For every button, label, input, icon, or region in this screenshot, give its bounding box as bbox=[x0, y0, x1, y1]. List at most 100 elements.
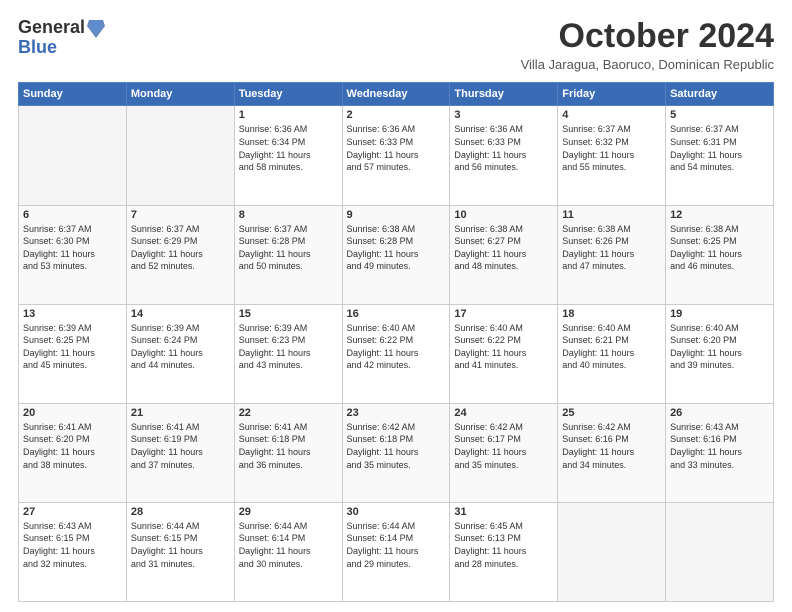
calendar-cell: 25 Sunrise: 6:42 AM Sunset: 6:16 PM Dayli… bbox=[558, 403, 666, 502]
day-number: 26 bbox=[670, 407, 769, 419]
calendar-cell: 11 Sunrise: 6:38 AM Sunset: 6:26 PM Dayli… bbox=[558, 205, 666, 304]
calendar-cell: 2Sunrise: 6:36 AM Sunset: 6:33 PM Daylig… bbox=[342, 106, 450, 205]
calendar-cell: 26 Sunrise: 6:43 AM Sunset: 6:16 PM Dayli… bbox=[666, 403, 774, 502]
calendar-week-row: 13 Sunrise: 6:39 AM Sunset: 6:25 PM Dayli… bbox=[19, 304, 774, 403]
calendar-cell: 30 Sunrise: 6:44 AM Sunset: 6:14 PM Dayli… bbox=[342, 502, 450, 601]
day-number: 27 bbox=[23, 506, 122, 518]
day-of-week-header: Thursday bbox=[450, 83, 558, 106]
calendar-cell: 15 Sunrise: 6:39 AM Sunset: 6:23 PM Dayli… bbox=[234, 304, 342, 403]
calendar-cell: 31 Sunrise: 6:45 AM Sunset: 6:13 PM Dayli… bbox=[450, 502, 558, 601]
cell-info: Sunrise: 6:37 AM Sunset: 6:32 PM Dayligh… bbox=[562, 123, 661, 173]
calendar-week-row: 27 Sunrise: 6:43 AM Sunset: 6:15 PM Dayli… bbox=[19, 502, 774, 601]
calendar-cell: 17Sunrise: 6:40 AM Sunset: 6:22 PM Dayli… bbox=[450, 304, 558, 403]
day-number: 14 bbox=[131, 308, 230, 320]
day-of-week-header: Saturday bbox=[666, 83, 774, 106]
day-number: 5 bbox=[670, 109, 769, 121]
day-number: 3 bbox=[454, 109, 553, 121]
day-number: 17 bbox=[454, 308, 553, 320]
day-number: 11 bbox=[562, 209, 661, 221]
day-number: 20 bbox=[23, 407, 122, 419]
day-number: 22 bbox=[239, 407, 338, 419]
day-number: 21 bbox=[131, 407, 230, 419]
cell-info: Sunrise: 6:45 AM Sunset: 6:13 PM Dayligh… bbox=[454, 520, 553, 570]
calendar-week-row: 1 Sunrise: 6:36 AM Sunset: 6:34 PM Daylig… bbox=[19, 106, 774, 205]
day-number: 9 bbox=[347, 209, 446, 221]
calendar-cell: 8Sunrise: 6:37 AM Sunset: 6:28 PM Daylig… bbox=[234, 205, 342, 304]
cell-info: Sunrise: 6:37 AM Sunset: 6:29 PM Dayligh… bbox=[131, 223, 230, 273]
cell-info: Sunrise: 6:42 AM Sunset: 6:18 PM Dayligh… bbox=[347, 421, 446, 471]
calendar-cell: 14 Sunrise: 6:39 AM Sunset: 6:24 PM Dayli… bbox=[126, 304, 234, 403]
day-number: 18 bbox=[562, 308, 661, 320]
cell-info: Sunrise: 6:39 AM Sunset: 6:24 PM Dayligh… bbox=[131, 322, 230, 372]
calendar-cell: 6 Sunrise: 6:37 AM Sunset: 6:30 PM Daylig… bbox=[19, 205, 127, 304]
cell-info: Sunrise: 6:40 AM Sunset: 6:20 PM Dayligh… bbox=[670, 322, 769, 372]
logo-general: General bbox=[18, 18, 85, 38]
calendar-cell: 13 Sunrise: 6:39 AM Sunset: 6:25 PM Dayli… bbox=[19, 304, 127, 403]
calendar-cell: 5 Sunrise: 6:37 AM Sunset: 6:31 PM Daylig… bbox=[666, 106, 774, 205]
cell-info: Sunrise: 6:37 AM Sunset: 6:30 PM Dayligh… bbox=[23, 223, 122, 273]
header: General Blue October 2024 Villa Jaragua,… bbox=[18, 18, 774, 72]
cell-info: Sunrise: 6:44 AM Sunset: 6:14 PM Dayligh… bbox=[347, 520, 446, 570]
calendar-cell: 1 Sunrise: 6:36 AM Sunset: 6:34 PM Daylig… bbox=[234, 106, 342, 205]
cell-info: Sunrise: 6:38 AM Sunset: 6:25 PM Dayligh… bbox=[670, 223, 769, 273]
calendar-cell: 16Sunrise: 6:40 AM Sunset: 6:22 PM Dayli… bbox=[342, 304, 450, 403]
day-number: 6 bbox=[23, 209, 122, 221]
cell-info: Sunrise: 6:42 AM Sunset: 6:16 PM Dayligh… bbox=[562, 421, 661, 471]
cell-info: Sunrise: 6:38 AM Sunset: 6:26 PM Dayligh… bbox=[562, 223, 661, 273]
cell-info: Sunrise: 6:36 AM Sunset: 6:33 PM Dayligh… bbox=[454, 123, 553, 173]
day-number: 24 bbox=[454, 407, 553, 419]
day-number: 29 bbox=[239, 506, 338, 518]
cell-info: Sunrise: 6:41 AM Sunset: 6:20 PM Dayligh… bbox=[23, 421, 122, 471]
cell-info: Sunrise: 6:38 AM Sunset: 6:28 PM Dayligh… bbox=[347, 223, 446, 273]
day-of-week-header: Sunday bbox=[19, 83, 127, 106]
calendar-cell: 10Sunrise: 6:38 AM Sunset: 6:27 PM Dayli… bbox=[450, 205, 558, 304]
cell-info: Sunrise: 6:40 AM Sunset: 6:21 PM Dayligh… bbox=[562, 322, 661, 372]
logo-blue: Blue bbox=[18, 38, 105, 58]
day-number: 13 bbox=[23, 308, 122, 320]
calendar-cell: 20 Sunrise: 6:41 AM Sunset: 6:20 PM Dayli… bbox=[19, 403, 127, 502]
calendar-cell: 9 Sunrise: 6:38 AM Sunset: 6:28 PM Daylig… bbox=[342, 205, 450, 304]
cell-info: Sunrise: 6:39 AM Sunset: 6:25 PM Dayligh… bbox=[23, 322, 122, 372]
day-number: 1 bbox=[239, 109, 338, 121]
calendar-cell bbox=[126, 106, 234, 205]
cell-info: Sunrise: 6:42 AM Sunset: 6:17 PM Dayligh… bbox=[454, 421, 553, 471]
day-of-week-header: Wednesday bbox=[342, 83, 450, 106]
cell-info: Sunrise: 6:39 AM Sunset: 6:23 PM Dayligh… bbox=[239, 322, 338, 372]
calendar-cell: 29 Sunrise: 6:44 AM Sunset: 6:14 PM Dayli… bbox=[234, 502, 342, 601]
day-number: 16 bbox=[347, 308, 446, 320]
calendar-cell: 19Sunrise: 6:40 AM Sunset: 6:20 PM Dayli… bbox=[666, 304, 774, 403]
day-of-week-header: Monday bbox=[126, 83, 234, 106]
logo-icon bbox=[87, 16, 105, 38]
calendar-cell: 27 Sunrise: 6:43 AM Sunset: 6:15 PM Dayli… bbox=[19, 502, 127, 601]
day-number: 12 bbox=[670, 209, 769, 221]
cell-info: Sunrise: 6:43 AM Sunset: 6:15 PM Dayligh… bbox=[23, 520, 122, 570]
day-of-week-header: Friday bbox=[558, 83, 666, 106]
calendar-cell: 22 Sunrise: 6:41 AM Sunset: 6:18 PM Dayli… bbox=[234, 403, 342, 502]
logo-text: General Blue bbox=[18, 18, 105, 58]
day-number: 15 bbox=[239, 308, 338, 320]
calendar-cell: 12 Sunrise: 6:38 AM Sunset: 6:25 PM Dayli… bbox=[666, 205, 774, 304]
day-number: 30 bbox=[347, 506, 446, 518]
day-number: 10 bbox=[454, 209, 553, 221]
calendar-cell: 24 Sunrise: 6:42 AM Sunset: 6:17 PM Dayli… bbox=[450, 403, 558, 502]
day-number: 25 bbox=[562, 407, 661, 419]
calendar-cell: 3 Sunrise: 6:36 AM Sunset: 6:33 PM Daylig… bbox=[450, 106, 558, 205]
day-number: 4 bbox=[562, 109, 661, 121]
title-block: October 2024 Villa Jaragua, Baoruco, Dom… bbox=[521, 18, 774, 72]
calendar-table: SundayMondayTuesdayWednesdayThursdayFrid… bbox=[18, 82, 774, 602]
month-title: October 2024 bbox=[521, 18, 774, 55]
cell-info: Sunrise: 6:37 AM Sunset: 6:31 PM Dayligh… bbox=[670, 123, 769, 173]
calendar-cell bbox=[558, 502, 666, 601]
day-number: 2 bbox=[347, 109, 446, 121]
cell-info: Sunrise: 6:36 AM Sunset: 6:34 PM Dayligh… bbox=[239, 123, 338, 173]
cell-info: Sunrise: 6:44 AM Sunset: 6:14 PM Dayligh… bbox=[239, 520, 338, 570]
day-number: 31 bbox=[454, 506, 553, 518]
calendar-cell bbox=[19, 106, 127, 205]
subtitle: Villa Jaragua, Baoruco, Dominican Republ… bbox=[521, 57, 774, 72]
day-number: 8 bbox=[239, 209, 338, 221]
calendar-header-row: SundayMondayTuesdayWednesdayThursdayFrid… bbox=[19, 83, 774, 106]
cell-info: Sunrise: 6:41 AM Sunset: 6:18 PM Dayligh… bbox=[239, 421, 338, 471]
calendar-cell: 23 Sunrise: 6:42 AM Sunset: 6:18 PM Dayli… bbox=[342, 403, 450, 502]
day-number: 23 bbox=[347, 407, 446, 419]
cell-info: Sunrise: 6:43 AM Sunset: 6:16 PM Dayligh… bbox=[670, 421, 769, 471]
